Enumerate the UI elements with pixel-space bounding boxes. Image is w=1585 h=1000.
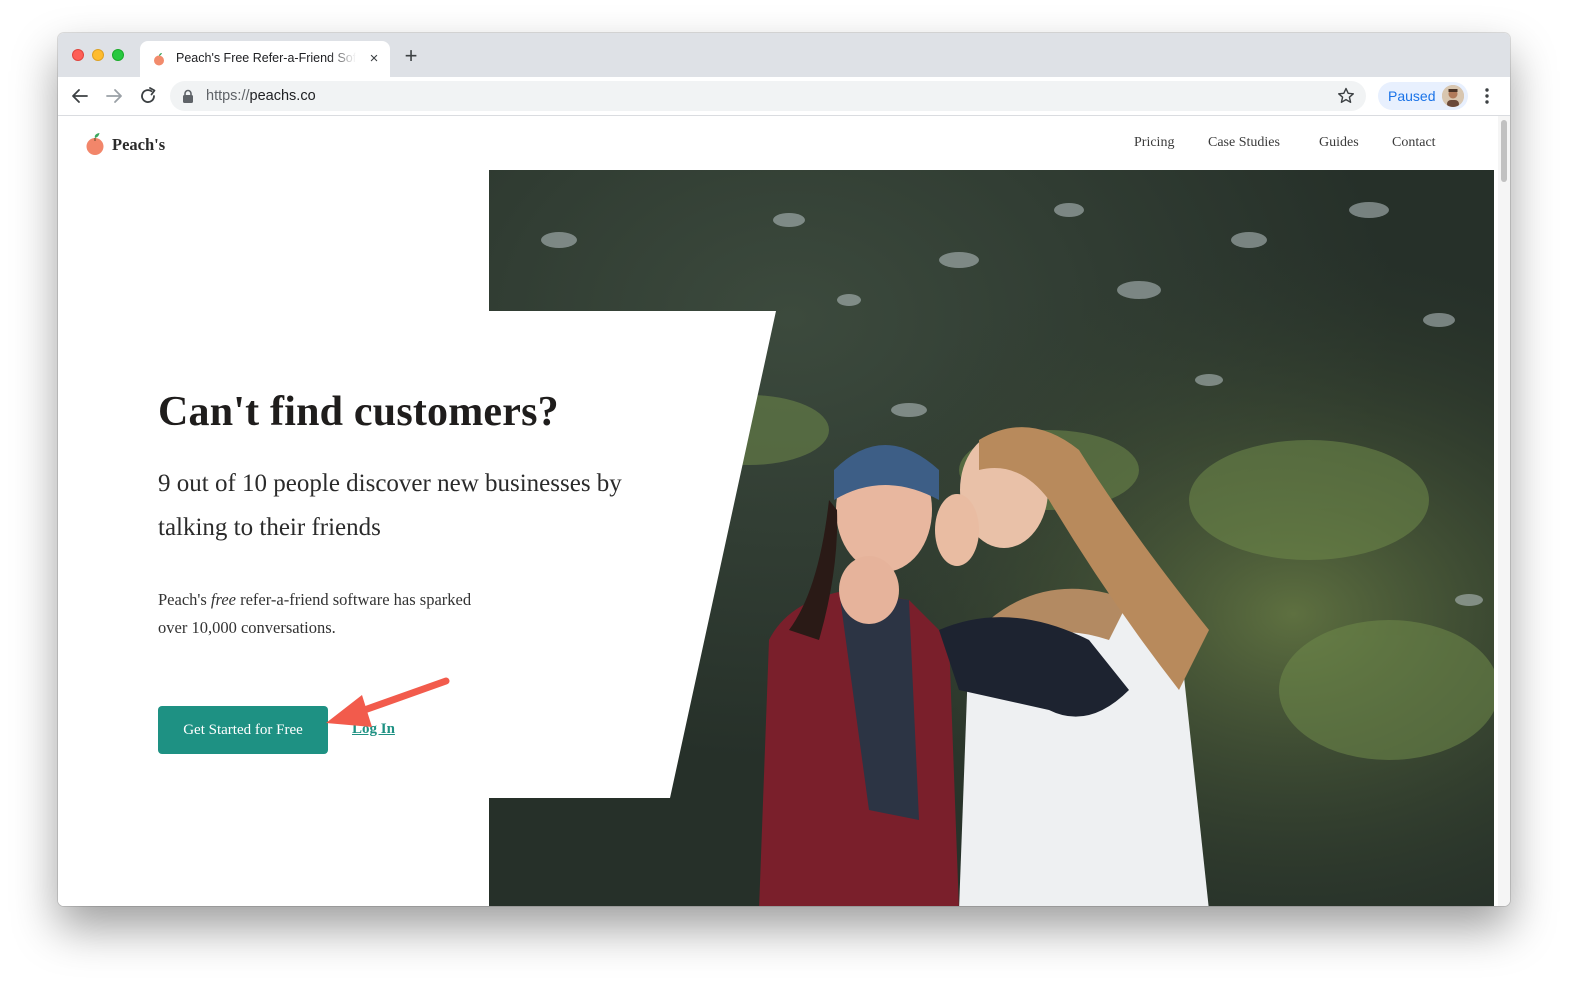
url-scheme: https://: [206, 88, 250, 104]
nav-contact[interactable]: Contact: [1392, 135, 1436, 151]
hero-body-prefix: Peach's: [158, 590, 211, 609]
profile-paused-chip[interactable]: Paused: [1378, 82, 1468, 110]
peach-logo-icon: [86, 133, 104, 155]
back-arrow-icon[interactable]: [68, 84, 92, 108]
page-title: Can't find customers?: [158, 389, 559, 435]
annotation-arrow-icon: [326, 677, 450, 727]
page-scrollbar[interactable]: [1498, 116, 1510, 906]
scrollbar-thumb[interactable]: [1501, 120, 1507, 182]
browser-titlebar: Peach's Free Refer-a-Friend Software × +: [58, 33, 1510, 77]
browser-tab[interactable]: Peach's Free Refer-a-Friend Software ×: [140, 41, 390, 77]
kebab-menu-icon[interactable]: [1478, 85, 1496, 107]
peach-favicon-icon: [154, 53, 164, 66]
bookmark-star-icon[interactable]: [1336, 86, 1356, 106]
tab-close-icon[interactable]: ×: [366, 51, 382, 67]
browser-toolbar: https://peachs.co Paused: [58, 77, 1510, 116]
zoom-window-button[interactable]: [112, 49, 124, 61]
brand-name: Peach's: [112, 135, 166, 154]
hero-body-emphasis: free: [210, 590, 236, 609]
tab-title: Peach's Free Refer-a-Friend Software: [176, 51, 356, 65]
lock-icon: [183, 89, 193, 103]
address-bar[interactable]: https://peachs.co: [170, 81, 1366, 111]
new-tab-button[interactable]: +: [400, 45, 422, 67]
url-text: https://peachs.co: [206, 88, 316, 104]
hero-body-text: Peach's free refer-a-friend software has…: [158, 586, 488, 642]
nav-pricing[interactable]: Pricing: [1134, 135, 1174, 151]
forward-arrow-icon[interactable]: [102, 84, 126, 108]
minimize-window-button[interactable]: [92, 49, 104, 61]
nav-case-studies[interactable]: Case Studies: [1208, 135, 1280, 151]
browser-window: Peach's Free Refer-a-Friend Software × +…: [58, 33, 1510, 906]
get-started-button[interactable]: Get Started for Free: [158, 706, 328, 754]
url-host: peachs.co: [249, 88, 316, 104]
close-window-button[interactable]: [72, 49, 84, 61]
profile-status-label: Paused: [1388, 88, 1436, 104]
nav-guides[interactable]: Guides: [1319, 135, 1359, 151]
reload-icon[interactable]: [136, 84, 160, 108]
avatar: [1442, 85, 1464, 107]
hero-subheading: 9 out of 10 people discover new business…: [158, 470, 622, 541]
web-page: Peach's Pricing Case Studies Guides Cont…: [58, 116, 1498, 906]
